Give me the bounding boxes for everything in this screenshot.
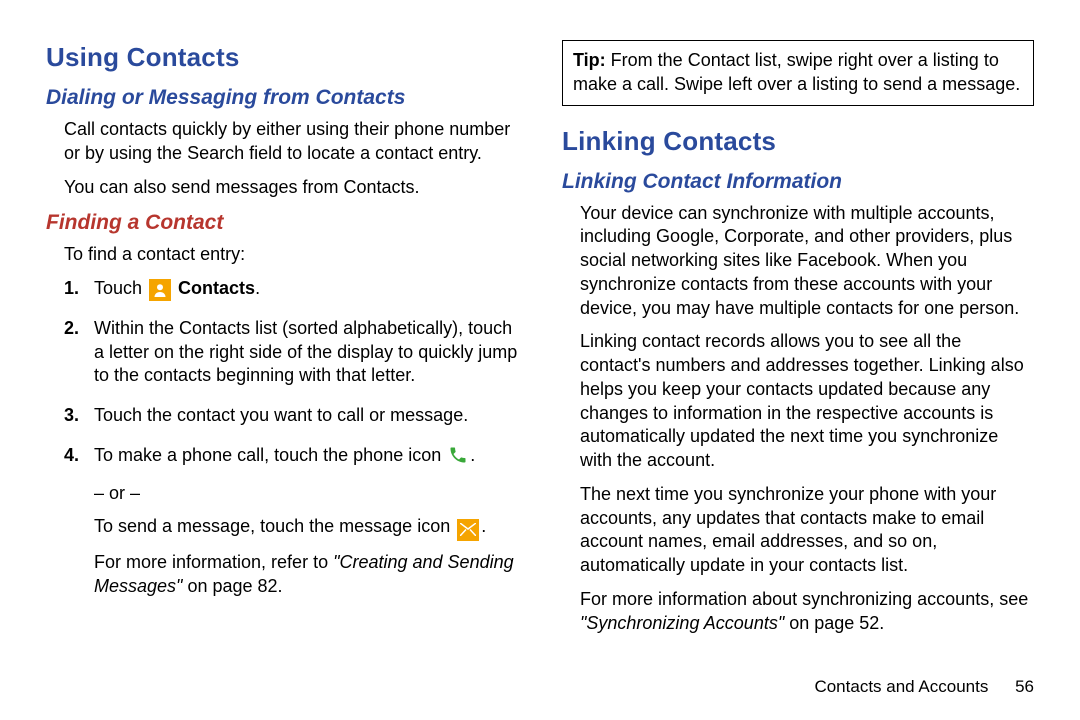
- subheading-linking-info: Linking Contact Information: [562, 168, 1034, 196]
- heading-linking-contacts: Linking Contacts: [562, 124, 1034, 158]
- footer-section: Contacts and Accounts: [814, 677, 988, 696]
- step-number: 2.: [64, 317, 79, 341]
- footer-page-number: 56: [1015, 677, 1034, 696]
- step-4-text-c: To send a message, touch the message ico…: [94, 516, 455, 536]
- message-icon: [457, 519, 479, 541]
- contacts-icon: [149, 279, 171, 301]
- phone-icon: [448, 445, 468, 472]
- step-2-text: Within the Contacts list (sorted alphabe…: [94, 318, 517, 386]
- more-info-c: on page 52.: [784, 613, 884, 633]
- more-info-a: For more information about synchronizing…: [580, 589, 1028, 609]
- step-1-text-b: Contacts: [173, 278, 255, 298]
- step-3: 3. Touch the contact you want to call or…: [64, 404, 518, 428]
- tip-body: From the Contact list, swipe right over …: [573, 50, 1020, 94]
- para-send-messages: You can also send messages from Contacts…: [64, 176, 518, 200]
- step-4-text-a: To make a phone call, touch the phone ic…: [94, 445, 446, 465]
- para-more-info: For more information about synchronizing…: [580, 588, 1034, 636]
- step-4-text-d: .: [481, 516, 486, 536]
- subheading-dialing-messaging: Dialing or Messaging from Contacts: [46, 84, 518, 112]
- page-footer: Contacts and Accounts 56: [814, 676, 1034, 698]
- subheading-finding-contact: Finding a Contact: [46, 209, 518, 237]
- left-column: Using Contacts Dialing or Messaging from…: [46, 40, 518, 645]
- step-2: 2. Within the Contacts list (sorted alph…: [64, 317, 518, 388]
- step-1: 1. Touch Contacts.: [64, 277, 518, 301]
- step-4-or: – or –: [94, 482, 518, 506]
- tip-box: Tip: From the Contact list, swipe right …: [562, 40, 1034, 106]
- step-1-text-a: Touch: [94, 278, 147, 298]
- step-3-text: Touch the contact you want to call or me…: [94, 405, 468, 425]
- para-sync-accounts: Your device can synchronize with multipl…: [580, 202, 1034, 321]
- para-linking-records: Linking contact records allows you to se…: [580, 330, 1034, 473]
- right-column: Tip: From the Contact list, swipe right …: [562, 40, 1034, 645]
- more-info-b: "Synchronizing Accounts": [580, 613, 784, 633]
- step-number: 3.: [64, 404, 79, 428]
- step-number: 1.: [64, 277, 79, 301]
- step-1-text-c: .: [255, 278, 260, 298]
- para-call-quickly: Call contacts quickly by either using th…: [64, 118, 518, 166]
- para-to-find: To find a contact entry:: [64, 243, 518, 267]
- step-4-text-b: .: [470, 445, 475, 465]
- step-4: 4. To make a phone call, touch the phone…: [64, 444, 518, 599]
- tip-label: Tip:: [573, 50, 606, 70]
- step-4-ref-c: on page 82.: [182, 576, 282, 596]
- step-number: 4.: [64, 444, 79, 468]
- steps-list: 1. Touch Contacts. 2. Within the Contact…: [64, 277, 518, 599]
- manual-page: Using Contacts Dialing or Messaging from…: [0, 0, 1080, 665]
- heading-using-contacts: Using Contacts: [46, 40, 518, 74]
- para-next-sync: The next time you synchronize your phone…: [580, 483, 1034, 578]
- step-4-ref-a: For more information, refer to: [94, 552, 333, 572]
